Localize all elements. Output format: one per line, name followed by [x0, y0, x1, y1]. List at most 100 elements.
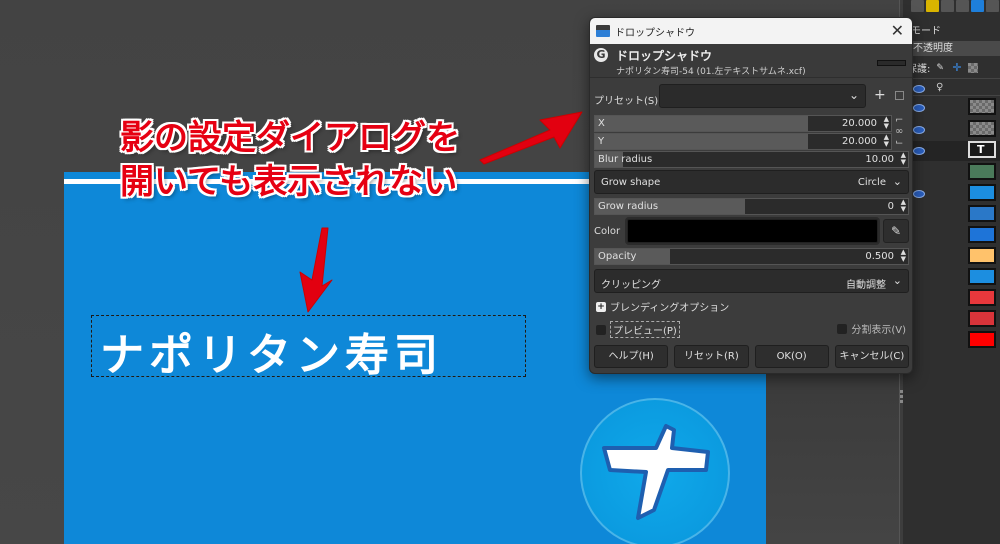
- chain-link-icon[interactable]: ⌐ ∞ ⌙: [895, 115, 905, 149]
- split-view-checkbox[interactable]: 分割表示(V): [837, 321, 906, 336]
- grow-shape-label: Grow shape: [601, 177, 661, 188]
- eye-icon[interactable]: [913, 126, 925, 134]
- dialog-header: G ドロップシャドウ ナポリタン寿司-54 (01.左テキストサムネ.xcf): [590, 44, 912, 78]
- eye-icon[interactable]: [913, 190, 925, 198]
- x-value: 20.000: [842, 118, 877, 129]
- chevron-down-icon: ⌄: [892, 175, 902, 188]
- dialog-titlebar[interactable]: ドロップシャドウ ✕: [590, 18, 912, 44]
- layer-thumbnail[interactable]: [968, 226, 996, 243]
- dialog-buttons: ヘルプ(H) リセット(R) OK(O) キャンセル(C): [594, 345, 909, 368]
- x-offset-spin[interactable]: X 20.000 ▲ ▼: [594, 115, 892, 132]
- dock-toolbar: [903, 0, 1000, 14]
- preview-label: プレビュー(P): [610, 321, 680, 338]
- tool-icon[interactable]: [986, 0, 999, 12]
- opacity-value: 0.500: [865, 251, 894, 262]
- close-icon[interactable]: ✕: [891, 21, 904, 40]
- preset-menu-icon[interactable]: [895, 91, 904, 100]
- drop-shadow-dialog: ドロップシャドウ ✕ G ドロップシャドウ ナポリタン寿司-54 (01.左テキ…: [589, 17, 913, 374]
- layer-thumbnail[interactable]: [968, 184, 996, 201]
- eye-icon[interactable]: [913, 85, 925, 93]
- grow-radius-label: Grow radius: [598, 201, 659, 212]
- blur-radius-spin[interactable]: Blur radius 10.00 ▲ ▼: [594, 151, 909, 168]
- tool-icon[interactable]: [911, 0, 924, 12]
- eye-icon[interactable]: [913, 104, 925, 112]
- grow-radius-spin[interactable]: Grow radius 0 ▲ ▼: [594, 198, 909, 215]
- opacity-label[interactable]: 不透明度: [907, 41, 1000, 56]
- tool-icon[interactable]: [926, 0, 939, 12]
- chevron-down-icon: ⌄: [848, 88, 859, 102]
- image-thumbnail: [877, 60, 906, 66]
- text-layer-icon: T: [977, 143, 985, 156]
- opacity-spin[interactable]: Opacity 0.500 ▲ ▼: [594, 248, 909, 265]
- eye-icon[interactable]: [913, 147, 925, 155]
- layer-thumbnail[interactable]: [968, 163, 996, 180]
- image-subtitle: ナポリタン寿司-54 (01.左テキストサムネ.xcf): [616, 67, 806, 77]
- layer-thumbnail[interactable]: [968, 247, 996, 264]
- lock-position-icon[interactable]: ✛: [952, 62, 962, 73]
- tool-icon[interactable]: [971, 0, 984, 12]
- opacity-label: Opacity: [598, 251, 637, 262]
- grow-radius-value: 0: [887, 201, 894, 212]
- layer-thumbnail[interactable]: [968, 98, 996, 115]
- blending-options-expander[interactable]: + ブレンディングオプション: [596, 299, 729, 314]
- layer-thumbnail[interactable]: [968, 310, 996, 327]
- chain-icon[interactable]: ♀: [936, 82, 943, 93]
- arrow-to-text-icon: [299, 227, 333, 313]
- mode-label[interactable]: モード: [911, 22, 941, 37]
- ok-button[interactable]: OK(O): [754, 345, 829, 368]
- y-value: 20.000: [842, 136, 877, 147]
- y-label: Y: [598, 136, 605, 147]
- presets-combo[interactable]: ⌄: [659, 84, 866, 108]
- presets-label: プリセット(S):: [594, 96, 662, 107]
- spin-arrows-icon[interactable]: ▲ ▼: [901, 152, 906, 166]
- layer-thumbnail[interactable]: [968, 331, 996, 348]
- layer-thumbnail[interactable]: [968, 120, 996, 137]
- help-button[interactable]: ヘルプ(H): [594, 345, 669, 368]
- blur-radius-label: Blur radius: [598, 154, 653, 165]
- color-label: Color: [594, 226, 621, 237]
- annotation-text: 影の設定ダイアログを 開いても表示されない: [120, 116, 460, 204]
- gegl-icon: G: [594, 48, 608, 62]
- arrow-to-dialog-icon: [479, 111, 583, 165]
- logo-circle: [580, 398, 730, 544]
- split-view-label: 分割表示(V): [851, 325, 906, 336]
- clipping-value: 自動調整: [846, 280, 886, 291]
- grow-shape-value: Circle: [857, 177, 886, 188]
- add-preset-icon[interactable]: +: [874, 87, 886, 103]
- layer-thumbnail[interactable]: [968, 289, 996, 306]
- gimp-window: ナポリタン寿司 影の設定ダイアログを 開いても表示されない モード 不透明度 保…: [0, 0, 1000, 544]
- text-layer-thumbnail[interactable]: T: [968, 141, 996, 158]
- lock-row: 保護: ✎ ✛: [907, 60, 979, 75]
- tool-icon[interactable]: [941, 0, 954, 12]
- lock-alpha-icon[interactable]: [968, 62, 979, 73]
- spin-arrows-icon[interactable]: ▲ ▼: [901, 199, 906, 213]
- spin-arrows-icon[interactable]: ▲ ▼: [884, 134, 889, 148]
- preview-checkbox[interactable]: プレビュー(P): [596, 321, 680, 338]
- spin-arrows-icon[interactable]: ▲ ▼: [901, 249, 906, 263]
- annotation-line-1: 影の設定ダイアログを: [120, 118, 460, 158]
- eyedropper-icon[interactable]: ✎: [883, 219, 909, 243]
- layer-thumbnail[interactable]: [968, 205, 996, 222]
- tool-icon[interactable]: [956, 0, 969, 12]
- chevron-down-icon: ⌄: [892, 274, 902, 287]
- checkbox-icon[interactable]: [837, 323, 848, 334]
- thumbnail-title-text: ナポリタン寿司: [100, 330, 443, 381]
- clipping-combo[interactable]: クリッピング 自動調整 ⌄: [594, 269, 909, 293]
- annotation-line-2: 開いても表示されない: [120, 162, 458, 202]
- window-title: ドロップシャドウ: [615, 27, 695, 39]
- gimp-app-icon: [596, 25, 610, 37]
- shadow-color-button[interactable]: [627, 219, 878, 243]
- x-label: X: [598, 118, 605, 129]
- checkbox-icon[interactable]: [596, 324, 606, 335]
- spin-arrows-icon[interactable]: ▲ ▼: [884, 116, 889, 130]
- canvas-padding: [766, 372, 900, 544]
- reset-button[interactable]: リセット(R): [674, 345, 749, 368]
- grow-shape-combo[interactable]: Grow shape Circle ⌄: [594, 170, 909, 194]
- dialog-heading: ドロップシャドウ: [616, 49, 713, 63]
- lock-pixels-icon[interactable]: ✎: [936, 63, 946, 73]
- blending-options-label: ブレンディングオプション: [610, 303, 730, 314]
- y-offset-spin[interactable]: Y 20.000 ▲ ▼: [594, 133, 892, 150]
- layer-thumbnail[interactable]: [968, 268, 996, 285]
- text-layer-selection[interactable]: ナポリタン寿司: [91, 315, 526, 381]
- cancel-button[interactable]: キャンセル(C): [834, 345, 909, 368]
